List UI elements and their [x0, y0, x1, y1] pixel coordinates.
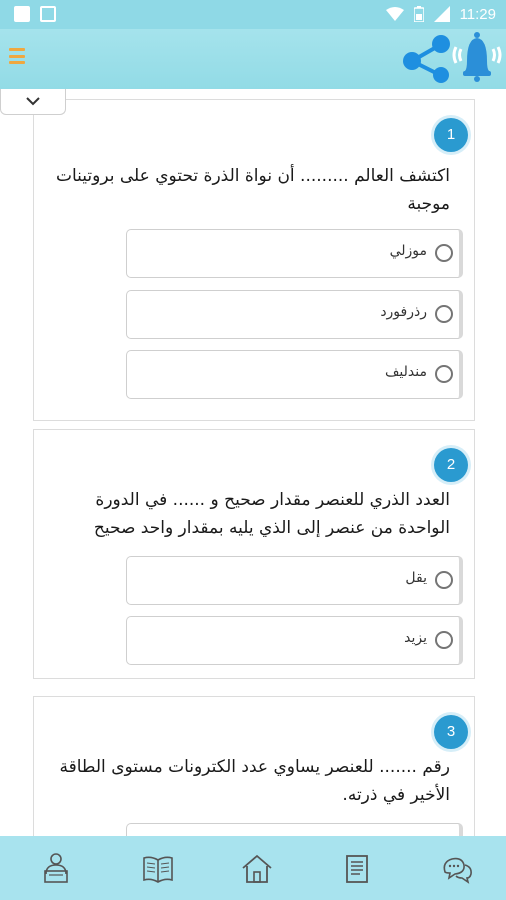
answer-option[interactable]: مندليف: [126, 350, 463, 399]
question-text: العدد الذري للعنصر مقدار صحيح و ...... ف…: [93, 490, 450, 538]
question-text: اكتشف العالم ......... أن نواة الذرة تحت…: [55, 166, 450, 214]
answer-option[interactable]: يزيد: [126, 616, 463, 665]
option-label: يقل: [405, 570, 427, 586]
option-label: موزلي: [389, 243, 427, 259]
app-bar: [0, 29, 506, 89]
chat-icon[interactable]: [440, 852, 474, 886]
status-bar: 11:29: [0, 0, 506, 29]
quiz-content[interactable]: 1 اكتشف العالم ......... أن نواة الذرة ت…: [0, 89, 506, 836]
radio-button[interactable]: [435, 571, 453, 589]
radio-button[interactable]: [435, 305, 453, 323]
book-icon[interactable]: [141, 852, 175, 886]
image-icon: [14, 6, 30, 22]
wifi-icon: [385, 7, 404, 21]
answer-option[interactable]: موزلي: [126, 229, 463, 278]
answer-option[interactable]: رذرفورد: [126, 290, 463, 339]
square-icon: [40, 6, 56, 22]
bell-icon[interactable]: [450, 29, 504, 83]
notes-icon[interactable]: [340, 852, 374, 886]
radio-button[interactable]: [435, 365, 453, 383]
option-label: مندليف: [384, 364, 427, 380]
hamburger-menu-icon[interactable]: [9, 48, 25, 64]
answer-option[interactable]: يقل: [126, 556, 463, 605]
option-label: رذرفورد: [380, 304, 427, 320]
question-card: 1 اكتشف العالم ......... أن نواة الذرة ت…: [33, 99, 475, 421]
question-text: رقم ....... للعنصر يساوي عدد الكترونات م…: [59, 757, 450, 805]
collapse-tab[interactable]: [0, 89, 66, 115]
share-icon[interactable]: [400, 31, 454, 85]
radio-button[interactable]: [435, 631, 453, 649]
chevron-down-icon[interactable]: [25, 95, 41, 107]
question-number-badge: 3: [434, 715, 468, 749]
home-icon[interactable]: [240, 852, 274, 886]
signal-icon: [433, 6, 450, 22]
question-number-badge: 1: [434, 118, 468, 152]
battery-icon: [413, 6, 424, 22]
bottom-navigation: [0, 836, 506, 900]
question-number-badge: 2: [434, 448, 468, 482]
radio-button[interactable]: [435, 244, 453, 262]
teacher-icon[interactable]: [39, 852, 73, 886]
option-label: يزيد: [404, 630, 427, 646]
answer-option[interactable]: [126, 823, 463, 836]
question-card: 2 العدد الذري للعنصر مقدار صحيح و ......…: [33, 429, 475, 679]
question-card: 3 رقم ....... للعنصر يساوي عدد الكترونات…: [33, 696, 475, 836]
status-time: 11:29: [459, 5, 496, 23]
